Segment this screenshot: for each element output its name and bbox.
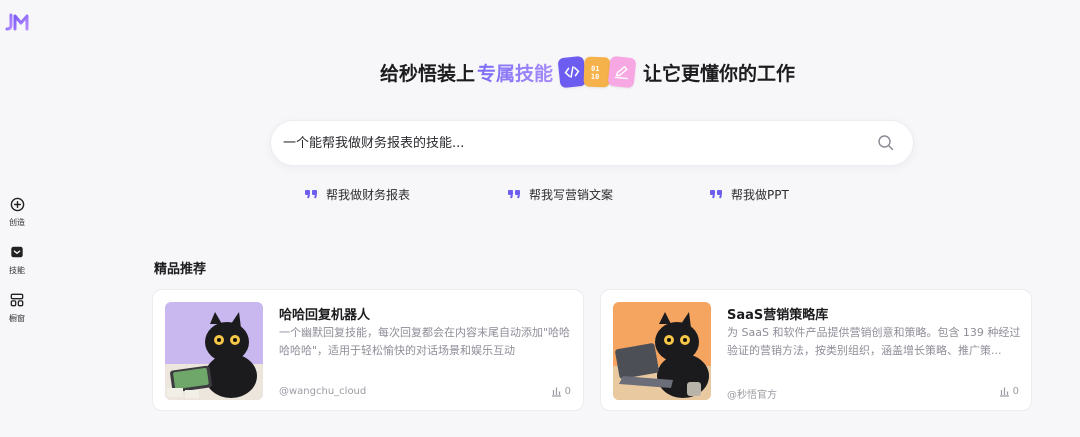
grid-icon <box>9 292 25 308</box>
quote-icon <box>710 190 722 199</box>
suggestion-label: 帮我做PPT <box>731 187 789 202</box>
quote-icon <box>508 190 520 199</box>
skill-box-icon <box>9 244 25 260</box>
suggestion-chip[interactable]: 帮我写营销文案 <box>497 180 623 208</box>
binary-icon: 01 10 <box>583 56 611 88</box>
skill-card[interactable]: SaaS营销策略库 为 SaaS 和软件产品提供营销创意和策略。包含 139 种… <box>600 289 1032 411</box>
sidebar-item-label: 技能 <box>9 266 25 275</box>
suggestion-chip[interactable]: 帮我做PPT <box>699 180 799 208</box>
sidebar-item-label: 创造 <box>9 218 25 227</box>
search-input[interactable] <box>283 135 877 151</box>
pencil-icon <box>607 55 637 89</box>
search-icon[interactable] <box>877 134 895 152</box>
card-description: 为 SaaS 和软件产品提供营销创意和策略。包含 139 种经过验证的营销方法，… <box>727 326 1021 357</box>
sidebar-item-showcase[interactable]: 橱窗 <box>0 292 34 340</box>
card-author: @秒悟官方 <box>727 390 777 401</box>
card-author: @wangchu_cloud <box>279 386 367 397</box>
code-icon <box>557 55 587 89</box>
cat-illustration <box>613 302 711 400</box>
svg-text:10: 10 <box>591 73 600 81</box>
card-description: 一个幽默回复技能，每次回复都会在内容末尾自动添加"哈哈哈哈哈"，适用于轻松愉快的… <box>279 326 571 357</box>
card-title: 哈哈回复机器人 <box>279 308 371 323</box>
bar-chart-icon <box>551 387 561 397</box>
svg-text:01: 01 <box>591 65 600 73</box>
suggestion-label: 帮我写营销文案 <box>529 187 614 202</box>
headline-suffix: 让它更懂你的工作 <box>643 62 796 85</box>
card-title: SaaS营销策略库 <box>727 308 829 323</box>
hero-headline: 给秒悟装上 专属技能 01 10 让它更懂你的工作 <box>380 54 795 90</box>
skill-search-bar[interactable] <box>270 120 914 166</box>
side-nav: 创造 技能 橱窗 <box>0 196 34 340</box>
plus-circle-icon <box>9 196 25 212</box>
headline-accent: 专属技能 <box>477 59 553 86</box>
skill-card[interactable]: 哈哈回复机器人 一个幽默回复技能，每次回复都会在内容末尾自动添加"哈哈哈哈哈"，… <box>152 289 584 411</box>
bar-chart-icon <box>999 387 1009 397</box>
quote-icon <box>305 190 317 199</box>
cat-illustration <box>165 302 263 400</box>
suggestion-label: 帮我做财务报表 <box>326 187 411 202</box>
sidebar-item-label: 橱窗 <box>9 314 25 323</box>
sidebar-item-skills[interactable]: 技能 <box>0 244 34 292</box>
suggestion-chip[interactable]: 帮我做财务报表 <box>294 180 420 208</box>
sidebar: 创造 技能 橱窗 <box>0 0 34 437</box>
usage-count: 0 <box>551 386 571 397</box>
headline-prefix: 给秒悟装上 <box>380 62 476 85</box>
usage-count-value: 0 <box>564 386 571 397</box>
app-logo[interactable] <box>5 12 29 32</box>
usage-count-value: 0 <box>1012 386 1019 397</box>
sidebar-item-create[interactable]: 创造 <box>0 196 34 244</box>
usage-count: 0 <box>999 386 1019 397</box>
section-title: 精品推荐 <box>154 262 207 277</box>
suggestion-list: 帮我做财务报表 帮我写营销文案 帮我做PPT <box>294 180 888 208</box>
hero-chips: 01 10 <box>557 55 637 89</box>
